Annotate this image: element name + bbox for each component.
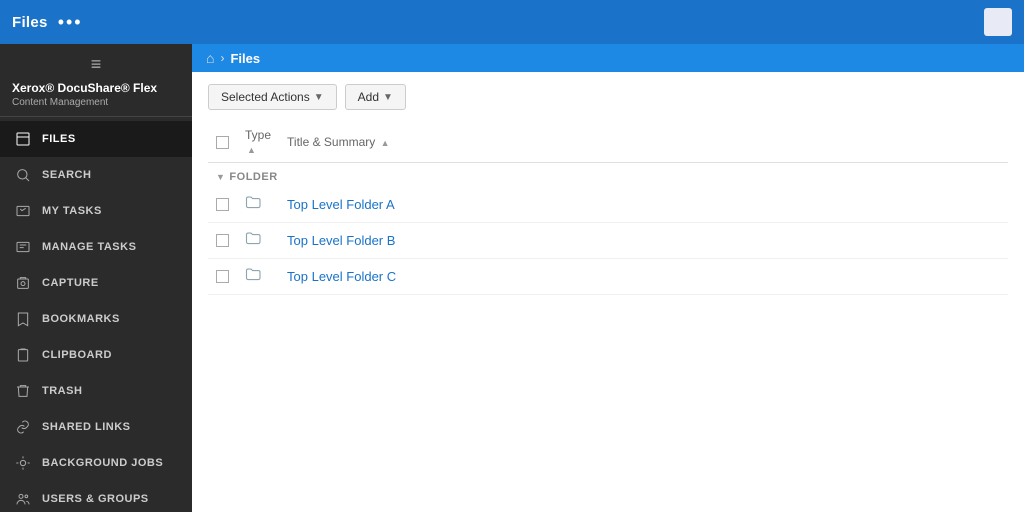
row-1-name-cell: Top Level Folder B: [279, 223, 1008, 259]
sidebar-item-capture[interactable]: Capture: [0, 265, 192, 301]
sidebar-item-bookmarks[interactable]: Bookmarks: [0, 301, 192, 337]
row-0-check-cell: [208, 187, 237, 223]
row-1-checkbox[interactable]: [216, 234, 229, 247]
sidebar-item-clipboard[interactable]: Clipboard: [0, 337, 192, 373]
trash-icon: [14, 382, 32, 400]
table-row: Top Level Folder C: [208, 259, 1008, 295]
sidebar-item-trash[interactable]: Trash: [0, 373, 192, 409]
row-0-icon-cell: [237, 187, 279, 223]
search-icon: [14, 166, 32, 184]
background-jobs-icon: [14, 454, 32, 472]
more-options-icon[interactable]: •••: [58, 12, 83, 33]
table-row: Top Level Folder B: [208, 223, 1008, 259]
tasks-icon: [14, 202, 32, 220]
row-2-name-cell: Top Level Folder C: [279, 259, 1008, 295]
folder-icon: [245, 200, 263, 215]
col-header-type: Type ▲: [237, 122, 279, 163]
breadcrumb-separator: ›: [220, 51, 224, 65]
row-0-file-name[interactable]: Top Level Folder A: [287, 197, 395, 212]
row-1-check-cell: [208, 223, 237, 259]
files-icon: [14, 130, 32, 148]
sidebar-item-files[interactable]: Files: [0, 121, 192, 157]
row-1-file-name[interactable]: Top Level Folder B: [287, 233, 395, 248]
row-2-checkbox[interactable]: [216, 270, 229, 283]
file-table: Type ▲ Title & Summary ▲ ▼: [208, 122, 1008, 295]
row-2-file-name[interactable]: Top Level Folder C: [287, 269, 396, 284]
sidebar: ≡ Xerox® DocuShare® Flex Content Managem…: [0, 44, 192, 512]
sidebar-item-shared-links[interactable]: Shared Links: [0, 409, 192, 445]
sidebar-item-users-groups[interactable]: Users & Groups: [0, 481, 192, 512]
capture-icon: [14, 274, 32, 292]
users-icon: [14, 490, 32, 508]
home-icon[interactable]: ⌂: [206, 50, 214, 66]
select-all-checkbox[interactable]: [216, 136, 229, 149]
app-title: Files: [12, 14, 48, 31]
row-2-check-cell: [208, 259, 237, 295]
folder-icon: [245, 236, 263, 251]
app-subtitle: Content Management: [12, 97, 180, 108]
type-sort-icon[interactable]: ▲: [247, 145, 256, 155]
sidebar-nav: Files Search My Tasks M: [0, 117, 192, 512]
sidebar-header: ≡ Xerox® DocuShare® Flex Content Managem…: [0, 44, 192, 117]
main-content: ⌂ › Files Selected Actions ▼ Add ▼: [192, 44, 1024, 512]
manage-tasks-icon: [14, 238, 32, 256]
table-row: Top Level Folder A: [208, 187, 1008, 223]
title-sort-icon[interactable]: ▲: [381, 138, 390, 148]
content-body: Selected Actions ▼ Add ▼ Type: [192, 72, 1024, 512]
breadcrumb-bar: ⌂ › Files: [192, 44, 1024, 72]
add-button[interactable]: Add ▼: [345, 84, 406, 110]
col-header-title: Title & Summary ▲: [279, 122, 1008, 163]
sidebar-item-manage-tasks[interactable]: Manage Tasks: [0, 229, 192, 265]
app-name: Xerox® DocuShare® Flex: [12, 81, 180, 97]
folder-icon: [245, 272, 263, 287]
user-avatar[interactable]: [984, 8, 1012, 36]
row-0-name-cell: Top Level Folder A: [279, 187, 1008, 223]
col-header-check: [208, 122, 237, 163]
toolbar: Selected Actions ▼ Add ▼: [208, 84, 1008, 110]
sidebar-item-search[interactable]: Search: [0, 157, 192, 193]
row-0-checkbox[interactable]: [216, 198, 229, 211]
add-caret: ▼: [383, 92, 393, 103]
sidebar-item-background-jobs[interactable]: Background Jobs: [0, 445, 192, 481]
main-layout: ≡ Xerox® DocuShare® Flex Content Managem…: [0, 44, 1024, 512]
sidebar-item-my-tasks[interactable]: My Tasks: [0, 193, 192, 229]
row-1-icon-cell: [237, 223, 279, 259]
shared-links-icon: [14, 418, 32, 436]
hamburger-icon[interactable]: ≡: [12, 54, 180, 75]
breadcrumb-current: Files: [230, 51, 260, 66]
selected-actions-caret: ▼: [314, 92, 324, 103]
folder-group-header: ▼ FOLDER: [208, 163, 1008, 187]
row-2-icon-cell: [237, 259, 279, 295]
folder-group-caret[interactable]: ▼: [216, 172, 225, 182]
selected-actions-button[interactable]: Selected Actions ▼: [208, 84, 337, 110]
clipboard-icon: [14, 346, 32, 364]
top-bar: Files •••: [0, 0, 1024, 44]
bookmarks-icon: [14, 310, 32, 328]
